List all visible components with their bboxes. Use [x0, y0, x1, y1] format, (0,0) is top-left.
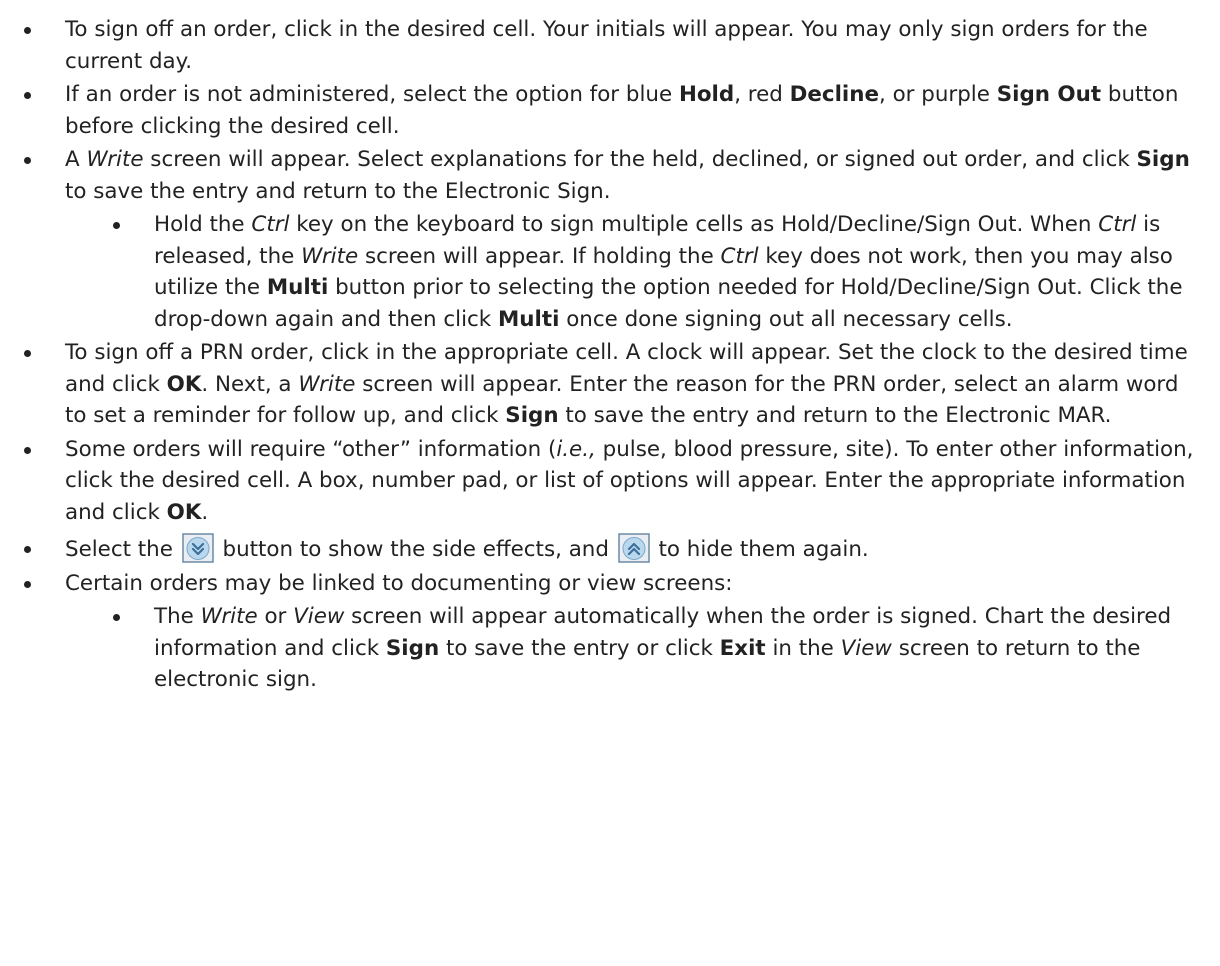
italic-term: View	[840, 635, 892, 661]
text-run: to hide them again.	[651, 537, 869, 562]
text-run: If an order is not administered, select …	[65, 82, 679, 107]
collapse-up-button-icon	[617, 533, 650, 563]
sub-bullet-item: The Write or View screen will appear aut…	[24, 601, 1202, 696]
text-run: , or purple	[879, 82, 997, 107]
text-run: in the	[765, 635, 841, 661]
italic-term: Ctrl	[720, 243, 759, 269]
text-run: Select the	[65, 537, 180, 562]
bullet-item: Some orders will require “other” informa…	[24, 434, 1202, 529]
italic-term: View	[293, 604, 345, 629]
italic-term: Write	[86, 147, 144, 172]
italic-term: Ctrl	[1098, 212, 1137, 237]
text-run: or	[257, 604, 294, 629]
bold-term: Exit	[719, 635, 766, 661]
italic-term: Ctrl	[251, 212, 290, 237]
text-run: to save the entry or click	[439, 635, 720, 661]
text-run: . Next, a	[201, 371, 299, 397]
bullet-item: A Write screen will appear. Select expla…	[24, 144, 1202, 207]
bullet-item: If an order is not administered, select …	[24, 79, 1202, 142]
italic-term: Write	[298, 371, 356, 397]
text-run: A	[65, 147, 87, 172]
bold-term: Hold	[678, 82, 735, 107]
text-run: button to show the side effects, and	[215, 537, 616, 562]
bullet-item: To sign off a PRN order, click in the ap…	[24, 337, 1202, 432]
text-run: key on the keyboard to sign multiple cel…	[289, 212, 1099, 237]
bold-term: OK	[166, 371, 202, 397]
bold-term: Sign Out	[996, 82, 1102, 107]
expand-down-button-icon	[181, 533, 214, 563]
text-run: to save the entry and return to the Elec…	[558, 403, 1112, 428]
text-run: .	[201, 499, 209, 525]
sub-bullet-item: Hold the Ctrl key on the keyboard to sig…	[24, 209, 1202, 335]
italic-term: Write	[200, 604, 258, 629]
bullet-item: To sign off an order, click in the desir…	[24, 14, 1202, 77]
bold-term: Sign	[1136, 147, 1190, 172]
bold-term: Multi	[498, 306, 560, 332]
bold-term: Multi	[266, 275, 329, 300]
text-run: Some orders will require “other” informa…	[65, 436, 557, 462]
bold-term: Sign	[385, 635, 440, 661]
bold-term: OK	[166, 499, 202, 525]
bullet-item: Select the button to show the side effec…	[24, 533, 1202, 566]
text-run: To sign off an order, click in the desir…	[65, 17, 1148, 74]
bold-term: Decline	[789, 82, 879, 107]
text-run: screen will appear. Select explanations …	[143, 147, 1137, 172]
italic-term: i.e.,	[556, 436, 596, 462]
text-run: The	[154, 604, 201, 629]
bold-term: Sign	[505, 403, 559, 428]
italic-term: Write	[301, 243, 359, 269]
text-run: screen will appear. If holding the	[358, 243, 721, 269]
text-run: , red	[734, 82, 790, 107]
bullet-item: Certain orders may be linked to document…	[24, 568, 1202, 600]
text-run: once done signing out all necessary cell…	[559, 306, 1013, 332]
text-run: Certain orders may be linked to document…	[65, 570, 733, 596]
text-run: to save the entry and return to the Elec…	[65, 178, 611, 204]
instruction-bullet-list: To sign off an order, click in the desir…	[24, 14, 1202, 696]
text-run: Hold the	[154, 212, 252, 237]
instruction-document: To sign off an order, click in the desir…	[0, 0, 1220, 966]
